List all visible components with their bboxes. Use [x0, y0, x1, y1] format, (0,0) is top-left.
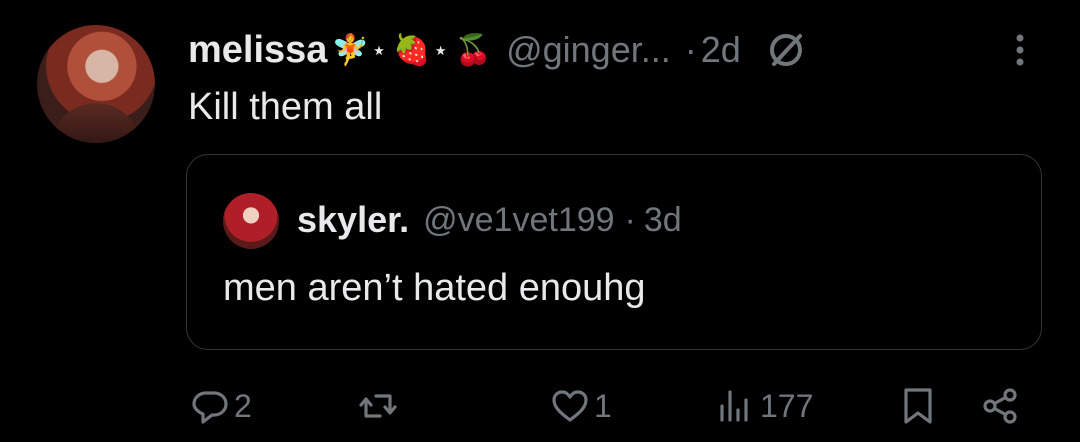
like-button[interactable]: 1	[550, 386, 612, 426]
bookmark-button[interactable]	[898, 386, 938, 426]
fairy-emoji: 🧚	[331, 33, 369, 67]
cherry-emoji: 🍒	[454, 33, 493, 67]
null-circle-icon	[769, 34, 802, 66]
quoted-author-name[interactable]: skyler.	[297, 199, 409, 241]
quoted-author-handle[interactable]: @ve1vet199	[423, 201, 614, 240]
more-options-icon[interactable]	[1010, 30, 1030, 70]
like-count: 1	[594, 387, 612, 424]
view-count: 177	[760, 387, 814, 424]
quoted-tweet-age[interactable]: 3d	[644, 201, 682, 240]
share-icon	[983, 388, 1017, 424]
author-avatar[interactable]	[37, 25, 155, 143]
strawberry-emoji: 🍓	[393, 33, 431, 67]
quoted-tweet-text: men aren’t hated enouhg	[223, 267, 646, 309]
reply-count: 2	[234, 387, 252, 424]
tweet-text: Kill them all	[188, 86, 383, 128]
repost-icon	[359, 394, 397, 418]
quoted-tweet-header: skyler. @ve1vet199 · 3d	[297, 195, 682, 245]
separator-dot: ·	[684, 29, 697, 70]
reply-button[interactable]: 2	[190, 386, 252, 426]
avatar-shoulders	[51, 103, 141, 143]
quoted-author-avatar[interactable]	[223, 193, 279, 249]
heart-icon	[552, 390, 588, 422]
quoted-tweet[interactable]: skyler. @ve1vet199 · 3d men aren’t hated…	[186, 154, 1042, 350]
author-name[interactable]: melissa	[188, 29, 327, 72]
bookmark-icon	[904, 388, 932, 424]
separator-dot: ·	[624, 200, 636, 239]
action-bar: 2 1 177	[0, 386, 1080, 430]
star-glyph: ⋆	[432, 34, 449, 65]
star-glyph: ⋆	[370, 34, 388, 65]
views-button[interactable]: 177	[716, 386, 813, 426]
tweet-header: melissa 🧚 ⋆ 🍓 ⋆ 🍒 @ginger... · 2d	[188, 22, 807, 78]
reply-icon	[192, 391, 228, 424]
author-handle[interactable]: @ginger...	[506, 29, 671, 71]
tweet-age[interactable]: 2d	[701, 29, 741, 71]
repost-button[interactable]	[358, 386, 402, 426]
views-icon	[720, 390, 748, 422]
share-button[interactable]	[980, 386, 1020, 426]
